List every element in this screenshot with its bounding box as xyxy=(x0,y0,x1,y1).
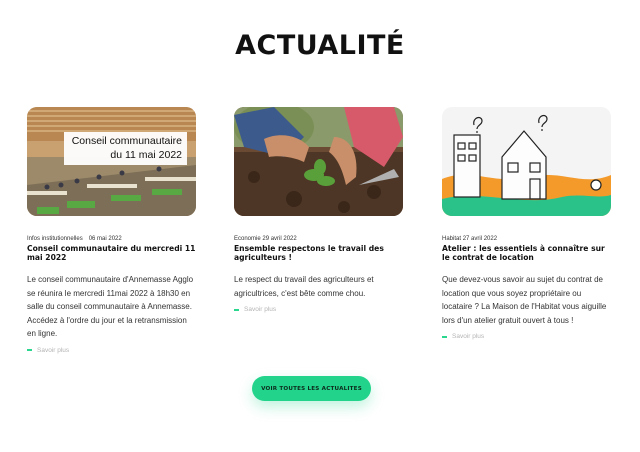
news-card-date: 06 mai 2022 xyxy=(88,236,122,242)
news-card-excerpt: Le respect du travail des agriculteurs e… xyxy=(234,275,374,298)
section-title: ACTUALITÉ xyxy=(235,30,405,61)
news-card-meta: Habitat 27 avril 2022 xyxy=(442,235,612,243)
news-card-image[interactable] xyxy=(442,107,611,216)
news-card-image[interactable] xyxy=(234,107,403,216)
news-card-image[interactable]: Conseil communautaire du 11 mai 2022 xyxy=(27,107,196,216)
news-card-title[interactable]: Atelier : les essentiels à connaître sur… xyxy=(442,244,612,262)
read-more-link[interactable]: Savoir plus xyxy=(234,306,404,313)
news-card-date: 27 avril 2022 xyxy=(462,236,498,242)
dash-icon xyxy=(234,308,239,311)
planting-hands-image xyxy=(234,107,403,216)
see-all-news-button[interactable]: VOIR TOUTES LES ACTUALITES xyxy=(252,376,371,401)
news-card-category: Infos institutionnelles xyxy=(27,236,83,242)
news-card-category: Economie xyxy=(234,236,261,242)
svg-text:du 11 mai 2022: du 11 mai 2022 xyxy=(110,149,182,161)
read-more-link[interactable]: Savoir plus xyxy=(442,333,612,340)
news-card[interactable]: Conseil communautaire du 11 mai 2022 Inf… xyxy=(27,107,197,354)
news-card-excerpt: Le conseil communautaire d'Annemasse Agg… xyxy=(27,275,194,338)
svg-text:Conseil communautaire: Conseil communautaire xyxy=(72,135,182,147)
read-more-label: Savoir plus xyxy=(244,306,277,313)
news-card-meta: Economie 29 avril 2022 xyxy=(234,235,404,243)
read-more-label: Savoir plus xyxy=(37,346,70,354)
news-card-meta: Infos institutionnelles 06 mai 2022 xyxy=(27,235,197,243)
news-card-title[interactable]: Conseil communautaire du mercredi 11 mai… xyxy=(27,244,197,262)
news-card-category: Habitat xyxy=(442,236,462,242)
news-card[interactable]: Economie 29 avril 2022 Ensemble respecto… xyxy=(234,107,404,313)
dash-icon xyxy=(442,335,447,338)
council-chamber-image: Conseil communautaire du 11 mai 2022 xyxy=(27,107,196,216)
read-more-label: Savoir plus xyxy=(452,333,485,340)
news-card-date: 29 avril 2022 xyxy=(262,236,297,242)
read-more-link[interactable]: Savoir plus xyxy=(27,347,197,354)
news-card-title[interactable]: Ensemble respectons le travail des agric… xyxy=(234,244,404,262)
houses-illustration-image xyxy=(442,107,611,216)
news-card[interactable]: Habitat 27 avril 2022 Atelier : les esse… xyxy=(442,107,612,340)
dash-icon xyxy=(27,349,32,351)
news-card-excerpt: Que devez-vous savoir au sujet du contra… xyxy=(442,275,607,325)
